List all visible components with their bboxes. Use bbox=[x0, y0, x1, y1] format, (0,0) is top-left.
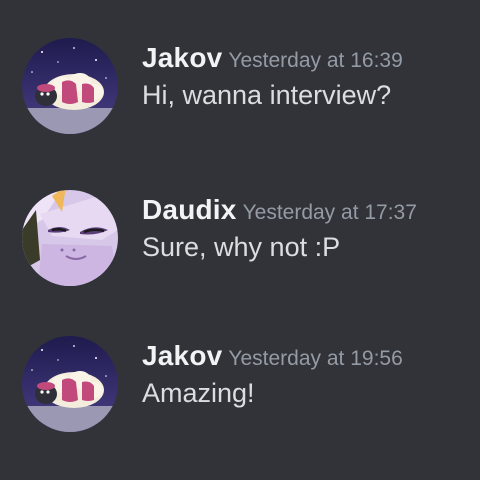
message-text: Sure, why not :P bbox=[142, 232, 341, 262]
message-item: Daudix Yesterday at 17:37 Sure, why not :… bbox=[0, 190, 480, 300]
timestamp: Yesterday at 17:37 bbox=[242, 201, 417, 224]
message-text: Hi, wanna interview? bbox=[142, 80, 392, 110]
message-text: Amazing! bbox=[142, 378, 255, 408]
chat-messages: Jakov Yesterday at 16:39 Hi, wanna interv… bbox=[0, 0, 480, 480]
author-name[interactable]: Daudix bbox=[142, 194, 237, 225]
message-header: Daudix Yesterday at 17:37 bbox=[142, 194, 417, 226]
author-name[interactable]: Jakov bbox=[142, 42, 222, 73]
pony-face-avatar-icon bbox=[22, 190, 118, 286]
message-item: Jakov Yesterday at 19:56 Amazing! bbox=[0, 336, 480, 446]
message-item: Jakov Yesterday at 16:39 Hi, wanna interv… bbox=[0, 38, 480, 148]
avatar[interactable] bbox=[22, 190, 118, 286]
message-header: Jakov Yesterday at 16:39 bbox=[142, 42, 403, 74]
timestamp: Yesterday at 16:39 bbox=[228, 49, 403, 72]
message-header: Jakov Yesterday at 19:56 bbox=[142, 340, 403, 372]
avatar[interactable] bbox=[22, 336, 118, 432]
author-name[interactable]: Jakov bbox=[142, 340, 222, 371]
sheep-avatar-icon bbox=[22, 38, 118, 134]
avatar[interactable] bbox=[22, 38, 118, 134]
timestamp: Yesterday at 19:56 bbox=[228, 347, 403, 370]
sheep-avatar-icon bbox=[22, 336, 118, 432]
